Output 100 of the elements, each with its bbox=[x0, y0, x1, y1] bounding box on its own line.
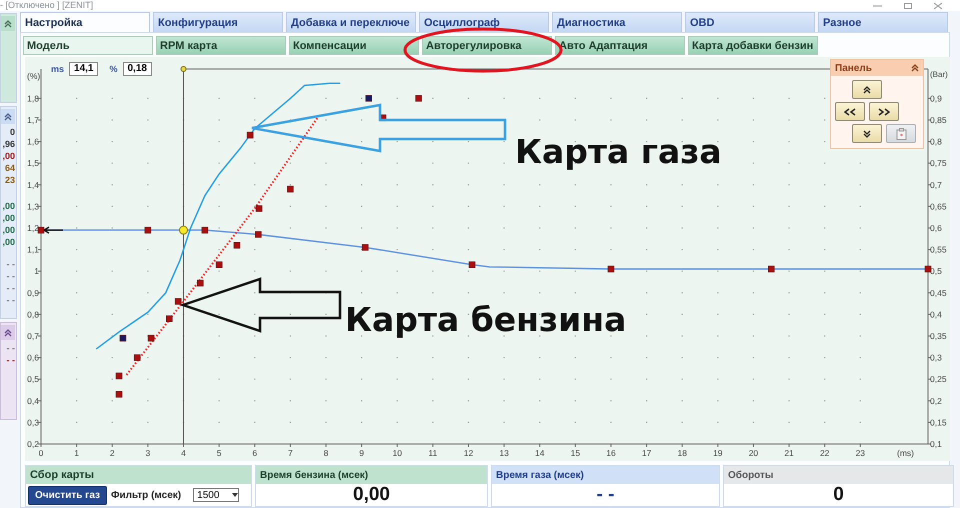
data-point bbox=[148, 334, 154, 342]
axis-label: 0,7 bbox=[930, 180, 942, 190]
filter-label: Фильтр (мсек) bbox=[110, 490, 182, 500]
side-value: ,00 bbox=[2, 200, 15, 212]
axis-label: 1,4 bbox=[27, 180, 39, 190]
maximize-icon[interactable] bbox=[904, 2, 912, 8]
side-value: 0 bbox=[10, 126, 15, 138]
tab[interactable]: Компенсации bbox=[289, 36, 419, 55]
data-point bbox=[216, 261, 222, 268]
side-value: ,96 bbox=[2, 138, 15, 150]
nav-button[interactable] bbox=[852, 124, 882, 143]
meter-value: 0 bbox=[833, 484, 844, 506]
section-header: Сбор карты bbox=[26, 466, 251, 484]
annotation-text: Карта бензина bbox=[345, 300, 626, 340]
data-point bbox=[116, 391, 122, 398]
data-point bbox=[468, 261, 476, 268]
side-value: ,00 bbox=[2, 150, 15, 162]
panel-title: Панель bbox=[835, 62, 872, 74]
data-point bbox=[365, 95, 372, 102]
axis-label: 0,9 bbox=[27, 288, 39, 298]
axis-label: 1,5 bbox=[27, 158, 39, 168]
dropdown-caret-icon bbox=[232, 493, 238, 497]
nav-button[interactable] bbox=[869, 102, 899, 121]
axis-label: 0,45 bbox=[930, 288, 947, 298]
data-point bbox=[924, 266, 932, 272]
data-point bbox=[362, 244, 368, 251]
axis-label: 8 bbox=[324, 448, 328, 458]
data-point bbox=[166, 315, 172, 322]
tab[interactable]: Авторегулировка bbox=[422, 36, 552, 55]
axis-label: 0,3 bbox=[930, 352, 942, 363]
clipboard-icon bbox=[896, 128, 906, 140]
axis-label: 12 bbox=[464, 448, 474, 458]
data-point bbox=[287, 186, 294, 192]
axis-label: 1 bbox=[74, 448, 79, 458]
axis-label: 0,1 bbox=[930, 439, 942, 449]
tab[interactable]: Модель bbox=[23, 36, 153, 55]
data-point bbox=[256, 205, 262, 212]
close-icon[interactable] bbox=[934, 2, 942, 8]
tab[interactable]: Карта добавки бензин bbox=[688, 36, 818, 55]
axis-label: 9 bbox=[359, 448, 364, 458]
readout-value: 14,1 bbox=[69, 62, 98, 76]
pointer-arrow-icon bbox=[43, 226, 64, 234]
cursor-marker bbox=[179, 226, 188, 235]
axis-label: 11 bbox=[428, 448, 438, 458]
collapse-icon bbox=[4, 112, 12, 120]
tab[interactable]: Разное bbox=[818, 12, 948, 32]
data-point bbox=[38, 226, 44, 234]
data-point bbox=[144, 226, 152, 234]
minimize-icon[interactable] bbox=[873, 3, 882, 8]
data-point bbox=[608, 266, 614, 272]
axis-label: 6 bbox=[252, 448, 258, 458]
data-point bbox=[234, 242, 240, 249]
tab[interactable]: OBD bbox=[685, 12, 815, 32]
side-value: - - bbox=[6, 270, 15, 282]
axis-label: 0,65 bbox=[930, 201, 947, 212]
side-value: - - bbox=[6, 354, 15, 366]
axis-label: 1,2 bbox=[27, 222, 39, 233]
axis-title: (ms) bbox=[897, 448, 914, 458]
axis-label: 4 bbox=[181, 448, 186, 458]
tab[interactable]: Осциллограф bbox=[419, 12, 549, 32]
collapse-icon bbox=[4, 328, 12, 336]
axis-label: 0,5 bbox=[27, 374, 39, 384]
tab[interactable]: Добавка и переключе bbox=[286, 12, 416, 32]
nav-button[interactable] bbox=[852, 80, 882, 99]
nav-button[interactable] bbox=[835, 102, 865, 121]
tab[interactable]: Настройка bbox=[20, 12, 150, 32]
double-chevron-down-icon bbox=[863, 130, 871, 138]
tab[interactable]: RPM карта bbox=[156, 36, 286, 55]
axis-label: 23 bbox=[856, 448, 866, 458]
axis-label: 19 bbox=[713, 448, 723, 458]
axis-label: 0,25 bbox=[930, 374, 947, 384]
double-chevron-right-icon bbox=[878, 108, 890, 116]
axis-label: 0,35 bbox=[930, 331, 947, 341]
axis-label: 16 bbox=[606, 448, 616, 458]
axis-label: 17 bbox=[642, 448, 652, 458]
data-point bbox=[120, 334, 126, 342]
axis-label: 0,6 bbox=[27, 352, 39, 363]
data-point bbox=[768, 266, 774, 272]
tab[interactable]: Диагностика bbox=[552, 12, 682, 32]
collapse-icon bbox=[4, 20, 12, 28]
axis-label: 0,4 bbox=[27, 396, 39, 406]
data-point bbox=[196, 280, 204, 286]
axis-label: 18 bbox=[677, 448, 687, 458]
side-value: 64 bbox=[4, 162, 15, 174]
clear-button[interactable]: Очистить газ bbox=[28, 486, 107, 504]
side-value: - - bbox=[6, 294, 15, 306]
side-value: 23 bbox=[4, 174, 15, 186]
axis-label: 1,6 bbox=[27, 136, 39, 147]
readout-value: 0,18 bbox=[122, 62, 152, 76]
axis-label: 0,8 bbox=[27, 309, 39, 320]
filter-select[interactable]: 1500 bbox=[193, 488, 240, 502]
data-point bbox=[202, 226, 208, 234]
side-value: ,00 bbox=[2, 224, 15, 236]
data-point bbox=[246, 132, 254, 138]
axis-label: 1,3 bbox=[27, 201, 39, 212]
axis-label: 1,8 bbox=[27, 93, 39, 104]
unit-label: ms bbox=[51, 64, 64, 74]
side-value: ,00 bbox=[2, 212, 15, 224]
tab[interactable]: Конфигурация bbox=[153, 12, 283, 32]
window-title: - [Отключено ] [ZENIT] bbox=[0, 0, 94, 11]
